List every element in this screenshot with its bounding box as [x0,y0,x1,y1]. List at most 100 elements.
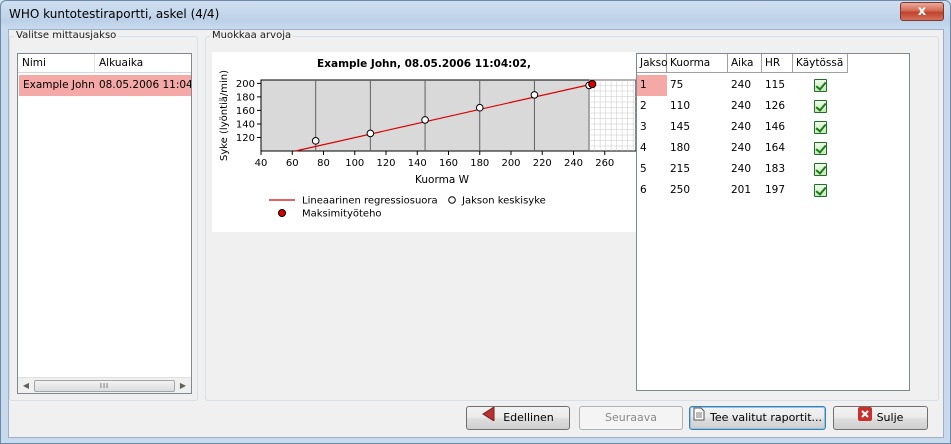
make-reports-button[interactable]: Tee valitut raportit... [689,406,826,430]
cell-aika[interactable]: 240 [728,138,762,159]
cell-kuorma[interactable]: 75 [667,75,728,96]
data-point[interactable] [421,116,429,124]
enabled-checkbox[interactable] [814,79,827,92]
horizontal-scrollbar[interactable]: ◀ III ▶ [18,377,191,393]
x-tick-label: 80 [317,158,330,169]
enabled-checkbox[interactable] [814,184,827,197]
column-header-enabled[interactable]: Käytössä [793,54,848,73]
table-header: Jakso Kuorma Aika HR Käytössä [637,54,909,73]
table-row[interactable]: 4 180 240 164 [637,138,909,159]
column-header-name[interactable]: Nimi [18,54,95,73]
x-tick-label: 200 [501,158,520,169]
column-header-aika[interactable]: Aika [728,54,762,73]
cell-kuorma[interactable]: 145 [667,117,728,138]
close-button[interactable]: Sulje [833,406,928,430]
x-tick-label: 60 [286,158,299,169]
values-table[interactable]: Jakso Kuorma Aika HR Käytössä 1 75 240 115 2… [636,53,910,391]
dialog-window: WHO kuntotestiraportti, askel (4/4) x Va… [0,0,951,444]
table-row[interactable]: 5 215 240 183 [637,159,909,180]
make-reports-button-label: Tee valitut raportit... [709,411,822,424]
cell-aika[interactable]: 240 [728,159,762,180]
scroll-thumb[interactable]: III [34,380,175,392]
cell-kuorma[interactable]: 180 [667,138,728,159]
cell-aika[interactable]: 240 [728,117,762,138]
chart-title: Example John, 08.05.2006 11:04:02, [317,58,531,70]
data-point[interactable] [530,91,539,99]
x-tick-label: 160 [439,158,458,169]
x-tick-label: 220 [533,158,552,169]
previous-button[interactable]: Edellinen [466,406,570,430]
edit-values-group: Muokkaa arvoja Example John, 08.05.2006 … [205,30,939,401]
cell-kuorma[interactable]: 110 [667,96,728,117]
enabled-checkbox[interactable] [814,142,827,155]
legend-point-swatch [448,196,456,204]
x-tick-label: 180 [470,158,489,169]
next-button[interactable]: Seuraava [579,406,683,430]
measurement-period-list[interactable]: Nimi Alkuaika Example John 08.05.2006 11… [17,53,192,394]
x-tick-label: 40 [255,158,268,169]
cell-hr[interactable]: 164 [762,138,793,159]
window-title: WHO kuntotestiraportti, askel (4/4) [9,7,220,21]
scroll-left-arrow-icon[interactable]: ◀ [19,380,33,392]
data-point[interactable] [311,137,320,145]
table-row[interactable]: 6 250 201 197 [637,180,909,201]
cell-hr[interactable]: 146 [762,117,793,138]
table-row[interactable]: 3 145 240 146 [637,117,909,138]
list-item-start-time: 08.05.2006 11:04:02 [99,79,191,91]
table-row[interactable]: 1 75 240 115 [637,75,909,96]
max-power-point[interactable] [588,79,597,89]
cell-hr[interactable]: 115 [762,75,793,96]
enabled-checkbox[interactable] [814,163,827,176]
y-axis-label: Syke (lyöntiä/min) [219,70,230,161]
measurement-period-group: Valitse mittausjakso Nimi Alkuaika Examp… [9,30,198,401]
cell-kuorma[interactable]: 250 [667,180,728,201]
list-item[interactable]: Example John 08.05.2006 11:04:02 [19,75,191,96]
column-header-jakso[interactable]: Jakso [637,54,668,73]
column-header-hr[interactable]: HR [762,54,793,73]
cell-jakso[interactable]: 1 [637,75,667,96]
cell-jakso[interactable]: 4 [637,138,667,159]
cell-jakso[interactable]: 3 [637,117,667,138]
cell-hr[interactable]: 183 [762,159,793,180]
cell-aika[interactable]: 240 [728,96,762,117]
column-header-kuorma[interactable]: Kuorma [667,54,728,73]
data-point[interactable] [475,103,484,112]
previous-button-label: Edellinen [503,411,554,424]
cell-hr[interactable]: 126 [762,96,793,117]
enabled-checkbox[interactable] [814,100,827,113]
cell-jakso[interactable]: 5 [637,159,667,180]
cell-kuorma[interactable]: 215 [667,159,728,180]
column-header-start-time[interactable]: Alkuaika [95,54,193,73]
edit-values-group-label: Muokkaa arvoja [210,30,294,41]
y-tick-label: 180 [236,92,255,103]
legend-max-swatch [278,209,286,217]
cell-aika[interactable]: 201 [728,180,762,201]
y-tick-label: 200 [236,79,255,90]
close-x-icon [857,407,872,429]
list-item-name: Example John [23,79,95,91]
window-close-button[interactable]: x [900,2,944,21]
list-header: Nimi Alkuaika [18,54,191,73]
x-tick-label: 100 [345,158,364,169]
cell-hr[interactable]: 197 [762,180,793,201]
y-tick-label: 120 [236,133,255,144]
cell-aika[interactable]: 240 [728,75,762,96]
title-bar[interactable]: WHO kuntotestiraportti, askel (4/4) x [1,1,950,29]
measurement-period-group-label: Valitse mittausjakso [14,30,119,41]
table-row[interactable]: 2 110 240 126 [637,96,909,117]
legend-label-regression: Lineaarinen regressiosuora [302,196,438,207]
y-tick-label: 160 [236,106,255,117]
x-tick-label: 120 [376,158,395,169]
enabled-checkbox[interactable] [814,121,827,134]
cell-jakso[interactable]: 2 [637,96,667,117]
legend-label-average: Jakson keskisyke [461,196,546,207]
document-icon [693,407,705,429]
scroll-right-arrow-icon[interactable]: ▶ [176,380,190,392]
data-point[interactable] [366,129,375,138]
close-button-label: Sulje [876,411,904,424]
cell-jakso[interactable]: 6 [637,180,667,201]
x-axis-label: Kuorma W [415,174,470,186]
legend-label-max: Maksimityöteho [302,209,382,220]
y-tick-label: 140 [236,119,255,130]
dialog-client-area: Valitse mittausjakso Nimi Alkuaika Examp… [8,29,944,438]
